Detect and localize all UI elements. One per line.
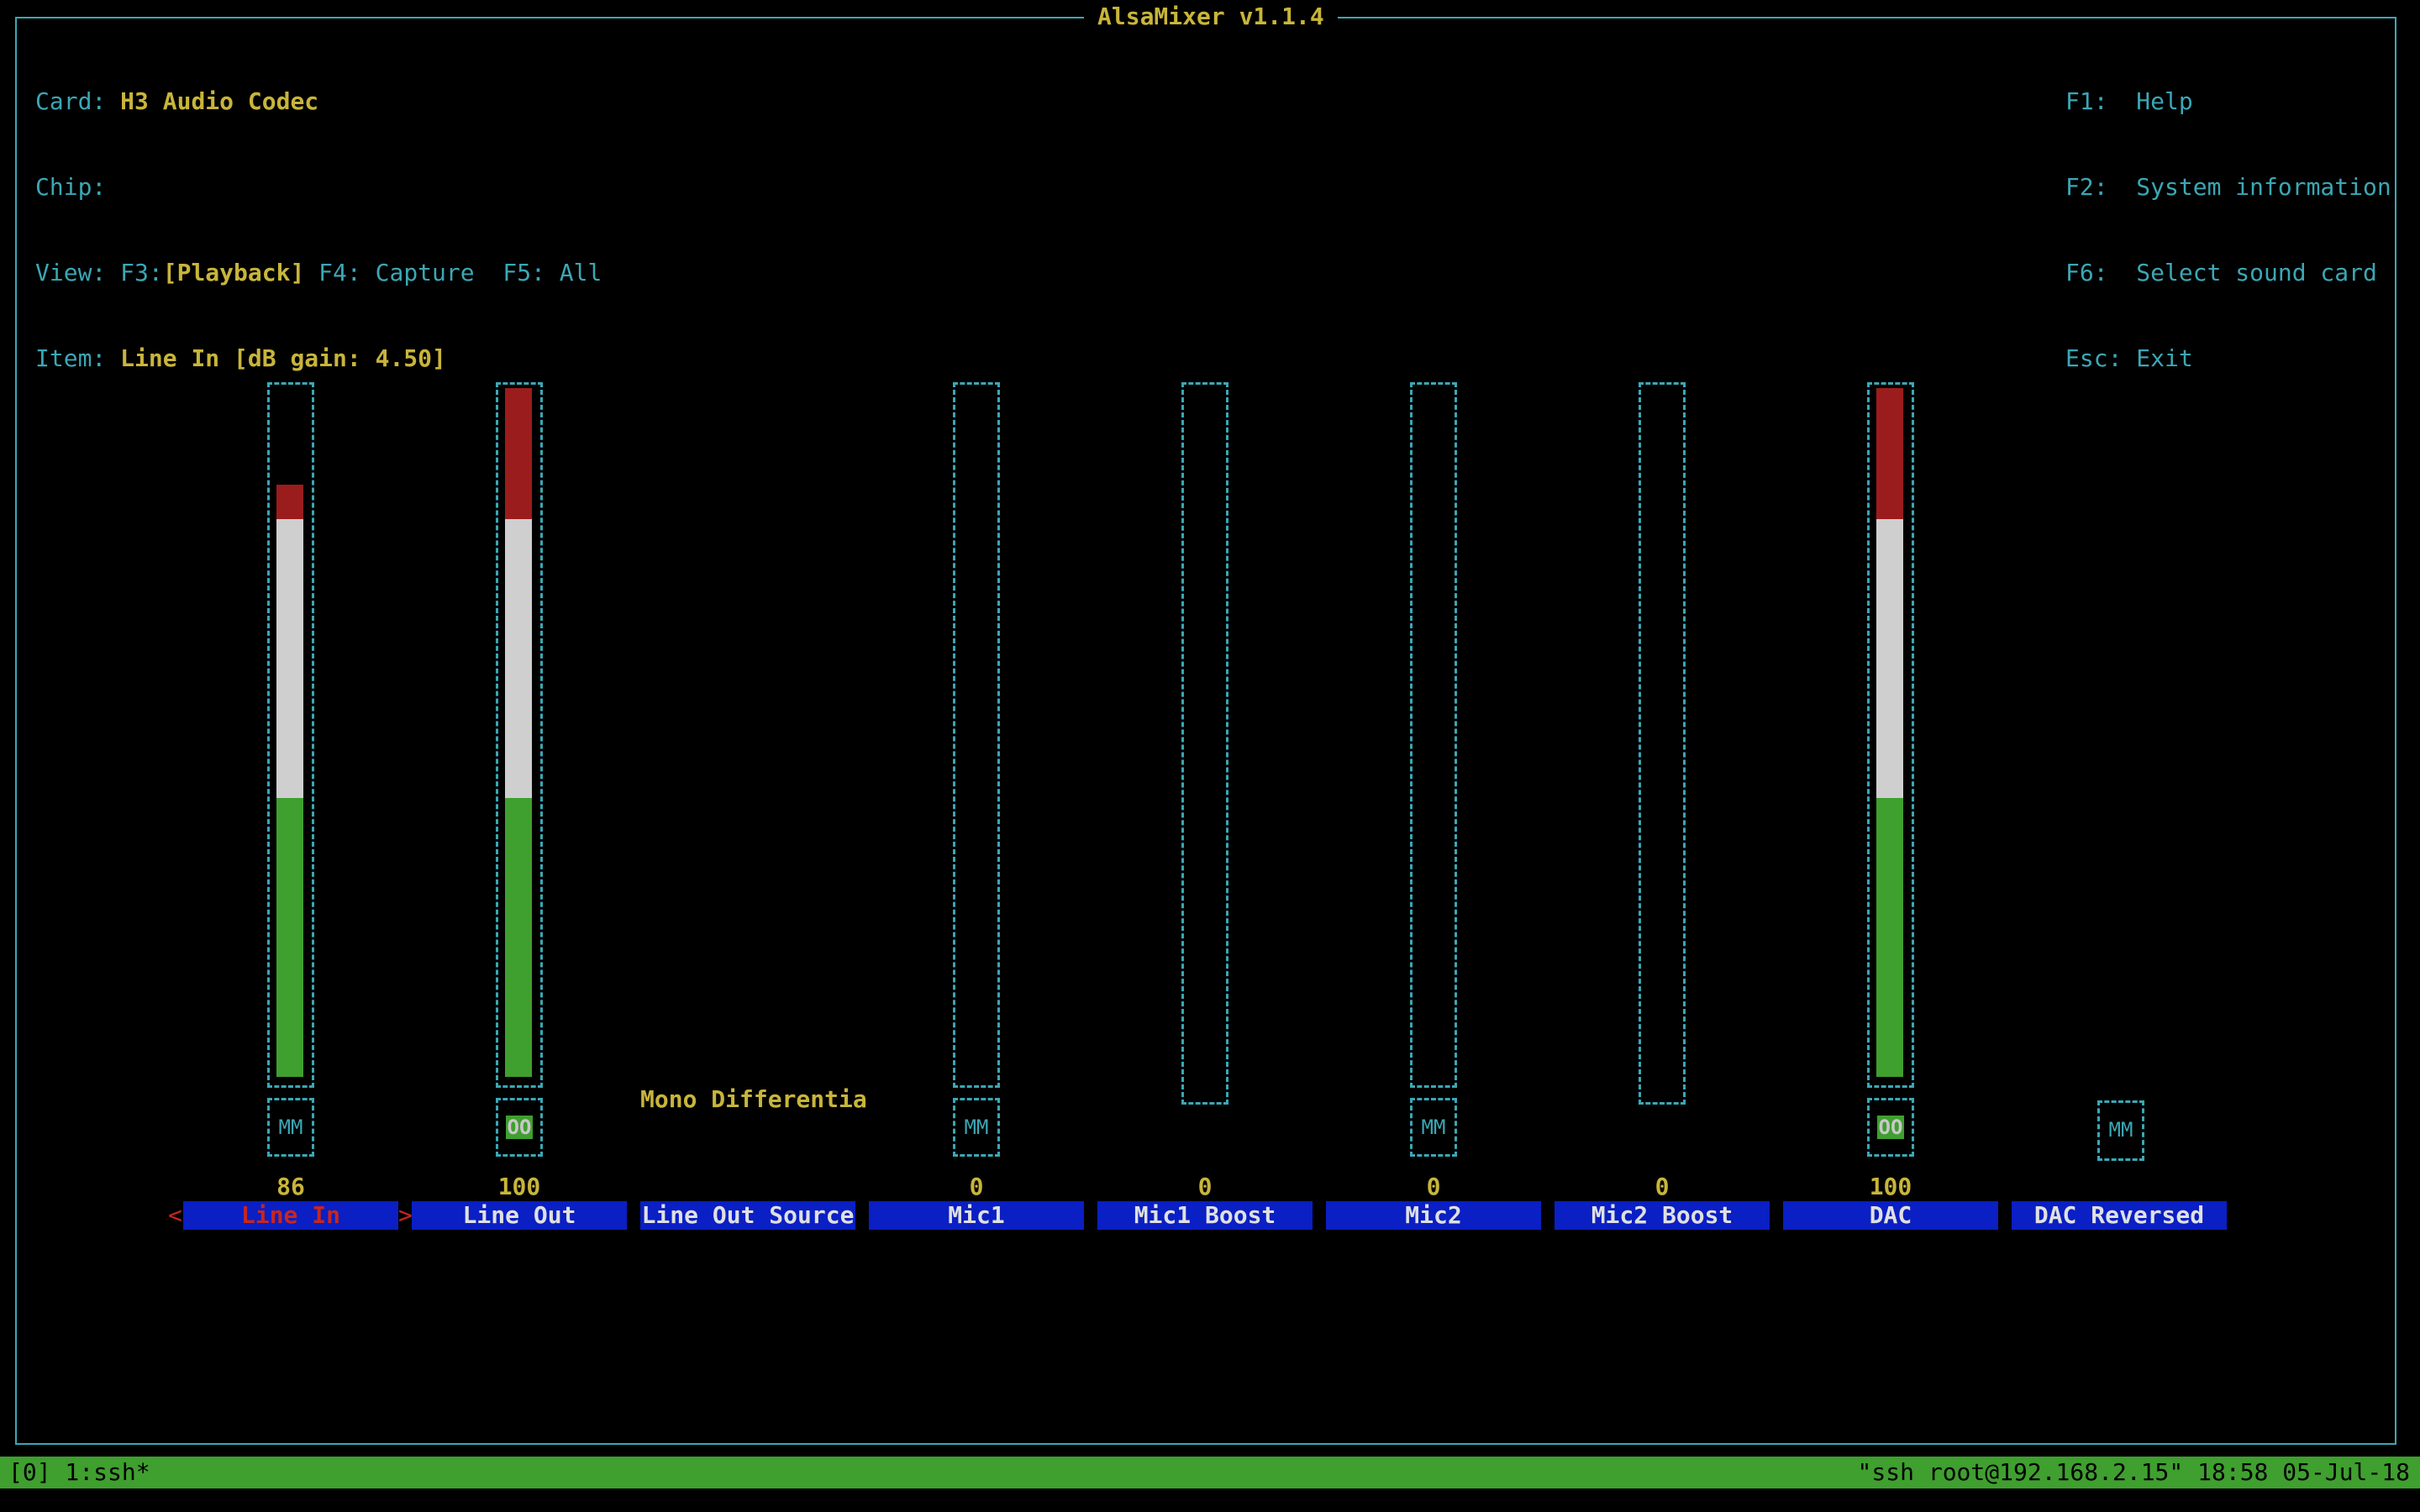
mute-toggle[interactable]: OO	[1867, 1098, 1914, 1157]
card-name: H3 Audio Codec	[120, 87, 319, 115]
volume-bar[interactable]	[1639, 382, 1686, 1105]
level-white-segment	[505, 518, 532, 798]
level-green-segment	[1876, 797, 1903, 1077]
tmux-status-bar: [0] 1:ssh* "ssh root@192.168.2.15" 18:58…	[0, 1457, 2420, 1488]
volume-value-mic2-boost: 0	[1655, 1173, 1670, 1200]
line-out-source-value[interactable]: Mono Differentia	[640, 1085, 867, 1113]
view-all[interactable]: All	[560, 259, 602, 286]
level-white-segment	[276, 518, 303, 798]
view-capture[interactable]: Capture	[376, 259, 475, 286]
volume-value-mic2: 0	[1426, 1173, 1441, 1200]
key-help-f6[interactable]: F6: Select sound card	[2065, 259, 2391, 287]
card-label: Card:	[35, 87, 107, 115]
level-green-segment	[505, 797, 532, 1077]
channel-label-line-in[interactable]: Line In	[183, 1201, 398, 1230]
key-help-f1[interactable]: F1: Help	[2065, 87, 2391, 116]
key-help-panel: F1: Help F2: System information F6: Sele…	[2065, 30, 2391, 430]
channel-label-dac[interactable]: DAC	[1783, 1201, 1998, 1230]
key-help-f2[interactable]: F2: System information	[2065, 173, 2391, 202]
level-red-segment	[505, 388, 532, 519]
level-red-segment	[1876, 388, 1903, 519]
view-f4-key: F4:	[318, 259, 361, 286]
view-playback[interactable]: [Playback]	[163, 259, 305, 286]
channel-label-dac-reversed[interactable]: DAC Reversed	[2012, 1201, 2227, 1230]
key-help-esc[interactable]: Esc: Exit	[2065, 344, 2391, 373]
volume-fill	[505, 388, 532, 1077]
app-title: AlsaMixer v1.1.4	[1084, 2, 1338, 32]
view-label: View:	[35, 259, 107, 286]
volume-value-line-out: 100	[497, 1173, 541, 1200]
volume-value-mic1-boost: 0	[1197, 1173, 1213, 1200]
tmux-window-list[interactable]: [0] 1:ssh*	[8, 1457, 150, 1488]
mute-toggle[interactable]: MM	[953, 1098, 1000, 1157]
volume-bar[interactable]	[496, 382, 543, 1088]
volume-bar[interactable]	[1867, 382, 1914, 1088]
mute-toggle[interactable]: OO	[496, 1098, 543, 1157]
view-f3-key: F3:	[120, 259, 163, 286]
channel-label-mic2[interactable]: Mic2	[1326, 1201, 1541, 1230]
channel-label-mic1-boost[interactable]: Mic1 Boost	[1097, 1201, 1313, 1230]
volume-fill	[1876, 388, 1903, 1077]
volume-value-dac: 100	[1869, 1173, 1912, 1200]
channel-label-mic1[interactable]: Mic1	[869, 1201, 1084, 1230]
level-green-segment	[276, 797, 303, 1077]
item-value: Line In [dB gain: 4.50]	[120, 344, 446, 372]
alsamixer-terminal: AlsaMixer v1.1.4 Card: H3 Audio Codec Ch…	[0, 0, 2420, 1512]
volume-bar[interactable]	[267, 382, 314, 1088]
item-label: Item:	[35, 344, 107, 372]
selection-arrow-right: >	[398, 1201, 413, 1229]
mute-toggle[interactable]: MM	[1410, 1098, 1457, 1157]
info-panel: Card: H3 Audio Codec Chip: View: F3:[Pla…	[35, 30, 602, 430]
volume-fill	[276, 485, 303, 1077]
tmux-status-right: "ssh root@192.168.2.15" 18:58 05-Jul-18	[1857, 1458, 2410, 1486]
channel-label-line-out[interactable]: Line Out	[412, 1201, 627, 1230]
view-f5-key: F5:	[502, 259, 545, 286]
volume-value-line-in: 86	[276, 1173, 305, 1200]
volume-value-mic1: 0	[969, 1173, 984, 1200]
level-white-segment	[1876, 518, 1903, 798]
channel-label-line-out-source[interactable]: Line Out Source	[640, 1201, 855, 1230]
mute-toggle[interactable]: MM	[267, 1098, 314, 1157]
volume-bar[interactable]	[1181, 382, 1228, 1105]
level-red-segment	[276, 485, 303, 519]
volume-bar[interactable]	[953, 382, 1000, 1088]
channel-label-mic2-boost[interactable]: Mic2 Boost	[1555, 1201, 1770, 1230]
chip-label: Chip:	[35, 173, 107, 201]
volume-bar[interactable]	[1410, 382, 1457, 1088]
selection-arrow-left: <	[168, 1201, 182, 1229]
mute-toggle[interactable]: MM	[2097, 1100, 2144, 1161]
